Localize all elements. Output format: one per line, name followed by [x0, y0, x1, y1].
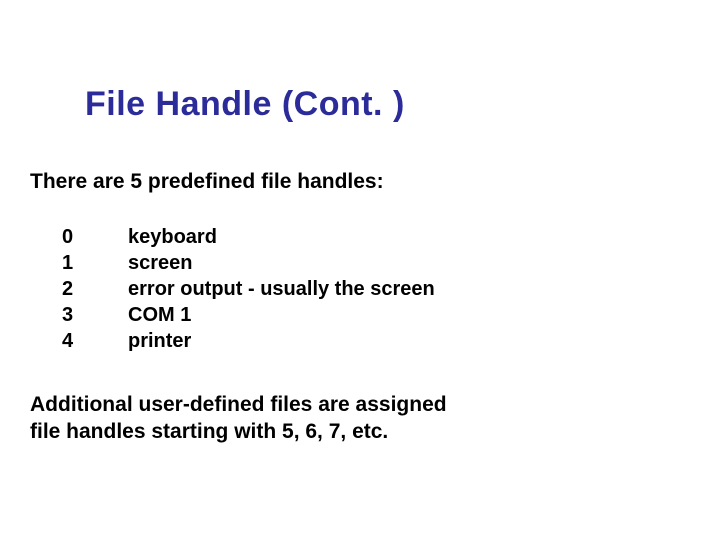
handle-number: 1 — [62, 250, 128, 276]
table-row: 4 printer — [62, 328, 435, 354]
table-row: 2 error output - usually the screen — [62, 276, 435, 302]
handle-description: printer — [128, 328, 191, 354]
table-row: 1 screen — [62, 250, 435, 276]
slide-title: File Handle (Cont. ) — [85, 85, 405, 124]
intro-text: There are 5 predefined file handles: — [30, 170, 384, 194]
handle-table: 0 keyboard 1 screen 2 error output - usu… — [62, 224, 435, 354]
footer-line: file handles starting with 5, 6, 7, etc. — [30, 418, 447, 445]
handle-number: 2 — [62, 276, 128, 302]
handle-number: 3 — [62, 302, 128, 328]
handle-description: error output - usually the screen — [128, 276, 435, 302]
handle-description: screen — [128, 250, 193, 276]
footer-text: Additional user-defined files are assign… — [30, 391, 447, 446]
footer-line: Additional user-defined files are assign… — [30, 391, 447, 418]
handle-description: keyboard — [128, 224, 217, 250]
table-row: 0 keyboard — [62, 224, 435, 250]
table-row: 3 COM 1 — [62, 302, 435, 328]
slide: File Handle (Cont. ) There are 5 predefi… — [0, 0, 720, 540]
handle-description: COM 1 — [128, 302, 191, 328]
handle-number: 4 — [62, 328, 128, 354]
handle-number: 0 — [62, 224, 128, 250]
